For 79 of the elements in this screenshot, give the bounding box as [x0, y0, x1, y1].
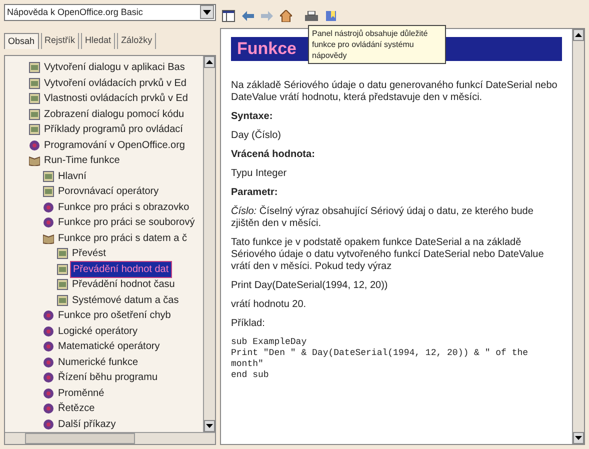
tab[interactable]: Obsah — [4, 32, 39, 49]
page-icon — [43, 170, 54, 182]
tree-item[interactable]: Další příkazy — [57, 416, 117, 432]
page-icon — [29, 78, 40, 89]
paragraph: Na základě Sériového údaje o datu generovaného funkcí DateSerial nebo DateValue vrátí hodnotu, která představuje den v měsíci. — [231, 80, 558, 104]
scroll-down-icon[interactable] — [204, 420, 215, 432]
paragraph: Print Day(DateSerial(1994, 12, 20)) — [231, 280, 389, 292]
page-icon — [57, 248, 68, 260]
section-label: Vrácená hodnota: — [231, 149, 316, 161]
tree-item[interactable]: Proměnné — [57, 386, 106, 401]
tree-item[interactable]: Systémové datum a čas — [71, 292, 180, 308]
page-icon — [57, 294, 68, 306]
bookmark-icon[interactable] — [325, 10, 337, 22]
book-icon — [43, 341, 54, 352]
home-icon[interactable] — [280, 10, 292, 22]
paragraph: vrátí hodnotu 20. — [231, 299, 308, 311]
horizontal-scrollbar[interactable] — [5, 432, 215, 444]
tree-item[interactable]: Numerické funkce — [57, 354, 140, 370]
tree-item[interactable]: Funkce pro práci s obrazovko — [57, 200, 190, 215]
tooltip: Panel nástrojů obsahuje důležité funkce pro ovládání systému nápovědy — [308, 25, 446, 64]
book-icon — [43, 326, 54, 337]
tree-item[interactable]: Programování v OpenOffice.org — [43, 138, 186, 153]
page-icon — [29, 93, 40, 104]
section-label: Syntaxe: — [231, 111, 274, 123]
panel-toggle-icon[interactable] — [222, 10, 235, 22]
book-icon — [43, 310, 54, 322]
book-icon — [43, 356, 54, 368]
scroll-up-icon[interactable] — [204, 56, 215, 68]
open-book-icon — [29, 155, 40, 166]
dropdown-value: Nápověda k OpenOffice.org Basic — [6, 6, 144, 19]
tree-item[interactable]: Vlastnosti ovládacích prvků v Ed — [43, 91, 189, 106]
book-icon — [43, 372, 54, 384]
tab[interactable]: Rejstřík — [40, 32, 80, 49]
book-icon — [43, 217, 54, 228]
paragraph: Tato funkce je v podstatě opakem funkce DateSerial a na základě Sériového údaje o datu vytvořeného funkcí DateSerial nebo DateValue vrátí den v měsíci. Pokud tedy výraz — [231, 237, 545, 273]
paragraph: Day (Číslo) — [231, 130, 282, 142]
tree-item[interactable]: Řetězce — [57, 401, 96, 416]
printer-icon[interactable] — [305, 10, 318, 22]
tree-item[interactable]: Vytvoření dialogu v aplikaci Bas — [43, 60, 186, 76]
book-icon — [29, 140, 40, 151]
section-label: Parametr: — [231, 187, 279, 199]
tree-item[interactable]: Hlavní — [57, 168, 88, 184]
tree-item[interactable]: Vytvoření ovládacích prvků v Ed — [43, 76, 188, 91]
tree-item[interactable]: Převést — [71, 246, 107, 262]
page-icon — [57, 264, 68, 275]
page-icon — [29, 124, 40, 136]
tree-item[interactable]: Příklady programů pro ovládací — [43, 122, 184, 138]
open-book-icon — [43, 232, 54, 244]
tree-item[interactable]: Logické operátory — [57, 324, 138, 339]
book-icon — [43, 418, 54, 430]
tree-item[interactable]: Funkce pro ošetření chyb — [57, 308, 172, 324]
book-icon — [43, 388, 54, 399]
tab[interactable]: Hledat — [81, 32, 116, 49]
scrollbar[interactable] — [572, 29, 584, 444]
tree-item[interactable]: Funkce pro práci s datem a č — [57, 230, 188, 246]
tree-item[interactable]: Funkce pro práci se souborový — [57, 215, 196, 230]
tree-item[interactable]: Matematické operátory — [57, 339, 161, 354]
tree-item[interactable]: Porovnávací operátory — [57, 184, 160, 200]
scrollbar[interactable] — [203, 56, 215, 432]
page-icon — [29, 62, 40, 74]
tree-item[interactable]: Zobrazení dialogu pomocí kódu — [43, 106, 186, 122]
tree-item[interactable]: Run-Time funkce — [43, 153, 121, 168]
module-dropdown[interactable]: Nápověda k OpenOffice.org Basic — [4, 4, 216, 20]
page-icon — [57, 279, 68, 290]
page-icon — [43, 186, 54, 198]
paragraph: Číslo: Číselný výraz obsahující Sériový údaj o datu, ze kterého bude zjištěn den v měsíci. — [231, 206, 534, 230]
tree-item[interactable]: Převádění hodnot dat — [71, 262, 171, 277]
back-arrow-icon[interactable] — [242, 11, 254, 21]
tree-item[interactable]: Řízení běhu programu — [57, 370, 159, 386]
page-icon — [29, 108, 40, 120]
code-sample: sub ExampleDay Print "Den " & Day(DateSerial(1994, 12, 20)) & " of the month" end sub — [231, 337, 530, 381]
scroll-up-icon[interactable] — [573, 29, 584, 41]
paragraph: Typu Integer — [231, 168, 288, 180]
book-icon — [43, 403, 54, 414]
tree-item[interactable]: Převádění hodnot času — [71, 277, 176, 292]
scroll-down-icon[interactable] — [573, 432, 584, 444]
book-icon — [43, 202, 54, 213]
tab[interactable]: Záložky — [117, 32, 156, 49]
paragraph: Příklad: — [231, 318, 266, 330]
